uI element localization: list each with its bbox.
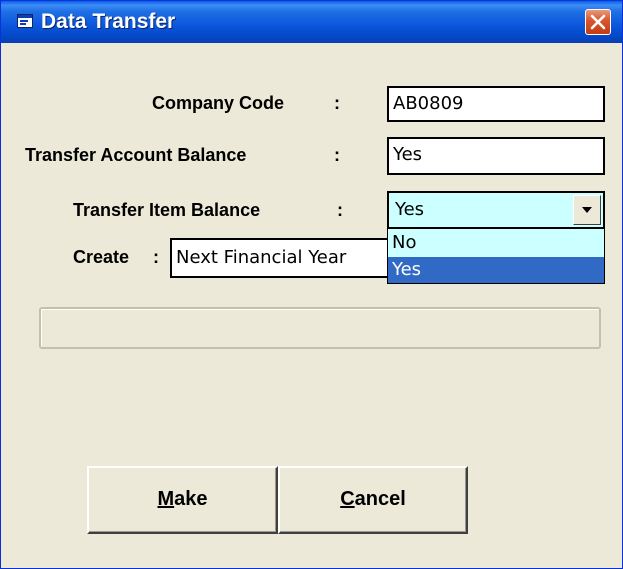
transfer-item-balance-label: Transfer Item Balance bbox=[73, 200, 261, 220]
make-button-mnemonic: M bbox=[157, 488, 175, 510]
cancel-button-label: ancel bbox=[354, 488, 406, 510]
dropdown-option-no[interactable]: No bbox=[388, 230, 604, 256]
transfer-item-balance-colon: : bbox=[337, 200, 343, 220]
cancel-button[interactable]: Cancel bbox=[278, 466, 468, 534]
dropdown-option-yes[interactable]: Yes bbox=[388, 257, 604, 283]
transfer-item-balance-dropdown-list: No Yes bbox=[387, 228, 605, 284]
company-code-field[interactable]: AB0809 bbox=[387, 86, 605, 122]
company-code-colon: : bbox=[334, 93, 340, 113]
transfer-account-balance-field[interactable]: Yes bbox=[387, 137, 605, 175]
create-colon: : bbox=[153, 247, 159, 267]
cancel-button-mnemonic: C bbox=[340, 488, 355, 510]
window-title: Data Transfer bbox=[41, 10, 176, 33]
app-window-icon bbox=[17, 14, 33, 28]
transfer-account-balance-colon: : bbox=[334, 145, 340, 165]
make-button[interactable]: Make bbox=[87, 466, 278, 534]
combo-selected-value: Yes bbox=[395, 199, 425, 220]
create-field[interactable]: Next Financial Year bbox=[170, 238, 392, 278]
combo-dropdown-button[interactable] bbox=[573, 195, 601, 225]
transfer-item-balance-combo[interactable]: Yes bbox=[387, 191, 605, 229]
company-code-label: Company Code bbox=[152, 93, 285, 113]
data-transfer-window: Data Transfer Company Code : AB0809 Tran… bbox=[0, 0, 623, 569]
create-label: Create bbox=[73, 247, 130, 267]
make-button-label: ake bbox=[174, 488, 208, 510]
close-button[interactable] bbox=[585, 9, 611, 35]
chevron-down-icon bbox=[582, 207, 592, 213]
transfer-account-balance-label: Transfer Account Balance bbox=[25, 145, 247, 165]
close-icon bbox=[590, 14, 606, 30]
title-bar[interactable]: Data Transfer bbox=[1, 1, 622, 43]
progress-bar bbox=[39, 307, 601, 349]
